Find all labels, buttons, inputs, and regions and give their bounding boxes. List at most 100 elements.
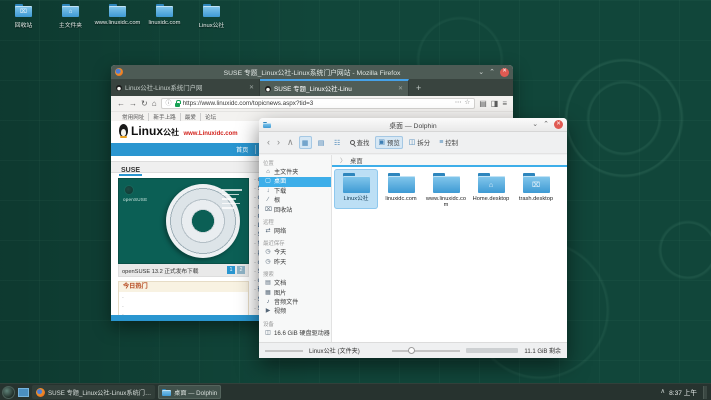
file-item[interactable]: www.linuxidc.com <box>424 169 468 209</box>
devices-header[interactable]: 设备 <box>259 317 331 329</box>
place-trash[interactable]: ⌧ 回收站 <box>259 206 331 215</box>
place-desktop[interactable]: ▢ 桌面 <box>259 177 331 186</box>
new-tab-button[interactable]: + <box>409 79 428 96</box>
place-home[interactable]: ⌂ 主文件夹 <box>259 168 331 177</box>
place-label: 图片 <box>274 290 286 297</box>
desktop-icon[interactable]: linuxidc.com <box>141 4 188 29</box>
firefox-titlebar[interactable]: SUSE 专题_Linux公社-Linux系统门户网站 - Mozilla Fi… <box>111 65 513 79</box>
opensuse-dvd-image[interactable]: openSUSE <box>118 178 249 264</box>
maximize-icon[interactable]: ⌃ <box>489 69 495 76</box>
back-icon[interactable]: ← <box>117 100 125 108</box>
file-item[interactable]: Linux公社 <box>334 169 378 209</box>
reload-icon[interactable]: ↻ <box>141 100 148 108</box>
view-icons-button[interactable]: ▦ <box>299 136 312 149</box>
search-images[interactable]: ▦ 图片 <box>259 289 331 298</box>
place-downloads[interactable]: ↓ 下载 <box>259 187 331 196</box>
view-details-button[interactable]: ☷ <box>331 136 344 149</box>
recent-today[interactable]: ◷ 今天 <box>259 248 331 257</box>
carousel-page-1[interactable]: 1 <box>227 266 235 274</box>
carousel-page-2[interactable]: 2 <box>237 266 245 274</box>
minimize-icon[interactable]: ⌄ <box>532 121 538 128</box>
places-header[interactable]: 位置 <box>259 156 331 168</box>
close-icon[interactable]: ✕ <box>554 120 563 129</box>
place-label: 搜索 <box>263 272 274 278</box>
control-button[interactable]: ≡控制 <box>436 136 461 149</box>
forward-icon[interactable]: › <box>275 138 282 147</box>
place-root[interactable]: ∕ 根 <box>259 196 331 205</box>
maximize-icon[interactable]: ⌃ <box>543 121 549 128</box>
virtual-desktop-pager[interactable] <box>18 388 29 397</box>
recent-yesterday[interactable]: ◷ 昨天 <box>259 258 331 267</box>
library-icon[interactable]: ▤ <box>479 100 487 108</box>
site-info-icon[interactable]: ⓘ <box>166 101 172 107</box>
site-nav-item[interactable]: 首页 <box>229 145 255 154</box>
place-icon: ⇄ <box>265 228 271 235</box>
bookmark-item[interactable]: 论坛 <box>200 113 220 121</box>
bookmark-item[interactable]: 最爱 <box>180 113 200 121</box>
minimize-icon[interactable]: ⌄ <box>478 69 484 76</box>
breadcrumb-current[interactable]: 桌面 <box>350 156 363 165</box>
forward-icon[interactable]: → <box>129 100 137 108</box>
folder-emblem-icon <box>203 7 220 17</box>
remote-header[interactable]: 远程 <box>259 215 331 227</box>
site-logo-text[interactable]: Linux公社 <box>131 124 179 138</box>
place-network[interactable]: ⇄ 网络 <box>259 227 331 236</box>
view-compact-button[interactable]: ▤ <box>315 136 328 149</box>
place-icon: ◷ <box>265 249 271 256</box>
bookmark-item[interactable]: 常用网址 <box>118 113 148 121</box>
today-hot-link[interactable] <box>122 294 245 303</box>
file-item[interactable]: ⌂ Home.desktop <box>469 169 513 209</box>
search-audio[interactable]: ♪ 音频文件 <box>259 298 331 307</box>
search-header[interactable]: 搜索 <box>259 267 331 279</box>
tux-logo-icon[interactable] <box>119 124 128 137</box>
breadcrumb[interactable]: 〉 桌面 <box>332 155 567 167</box>
file-item[interactable]: linuxidc.com <box>379 169 423 209</box>
zoom-slider-knob[interactable] <box>408 347 415 354</box>
application-launcher-icon[interactable] <box>2 386 15 399</box>
zoom-slider[interactable] <box>392 350 460 352</box>
desktop-icon[interactable]: ⌂ 主文件夹 <box>47 4 94 29</box>
page-actions-icon[interactable]: ⋯ <box>455 100 462 107</box>
tab-close-icon[interactable]: ✕ <box>249 84 254 91</box>
place-label: 视频 <box>274 308 286 315</box>
search-button[interactable]: 查找 <box>347 136 373 149</box>
search-videos[interactable]: ▶ 视频 <box>259 307 331 316</box>
file-item[interactable]: ⌧ trash.desktop <box>514 169 558 209</box>
device-harddrive[interactable]: ◫ 16.6 GiB 硬盘驱动器 <box>259 329 331 338</box>
carousel-caption[interactable]: openSUSE 13.2 正式发布下载 <box>122 266 225 275</box>
task-dolphin[interactable]: 桌面 — Dolphin <box>158 385 221 399</box>
hamburger-menu-icon[interactable]: ≡ <box>502 100 507 108</box>
free-space-text: 11.1 GiB 剩余 <box>524 346 561 355</box>
tab-suse-topic[interactable]: SUSE 专题_Linux公社-Linu ✕ <box>260 79 409 96</box>
home-icon[interactable]: ⌂ <box>152 100 157 108</box>
recent-header[interactable]: 最近保存 <box>259 236 331 248</box>
bookmark-star-icon[interactable]: ☆ <box>464 100 470 107</box>
sidebar-toggle-icon[interactable]: ◨ <box>491 100 499 108</box>
task-firefox[interactable]: SUSE 专题_Linux公社-Linux系统门… <box>32 385 155 399</box>
address-bar[interactable]: ⓘ https://www.linuxidc.com/topicnews.asp… <box>161 98 476 109</box>
show-desktop-button[interactable] <box>703 386 707 399</box>
cover-text-lines <box>222 189 242 212</box>
preview-button[interactable]: ▣预览 <box>375 136 402 149</box>
desktop-icon[interactable]: Linux公社 <box>188 4 235 29</box>
desktop-icon[interactable]: www.linuxidc.com <box>94 4 141 29</box>
up-icon[interactable]: ∧ <box>285 138 296 147</box>
url-text[interactable]: https://www.linuxidc.com/topicnews.aspx?… <box>183 100 452 107</box>
search-documents[interactable]: ▤ 文档 <box>259 279 331 288</box>
place-icon: ◫ <box>265 330 271 337</box>
dolphin-titlebar[interactable]: 桌面 — Dolphin ⌄ ⌃ ✕ <box>259 118 567 132</box>
bookmark-item[interactable]: 新手上路 <box>148 113 179 121</box>
place-icon: ⌂ <box>265 169 271 176</box>
tab-linux-gongshe[interactable]: Linux公社-Linux系统门户网 ✕ <box>111 79 260 96</box>
today-hot-link[interactable] <box>122 303 245 312</box>
dolphin-window: 桌面 — Dolphin ⌄ ⌃ ✕ ‹ › ∧ ▦ ▤ ☷ 查找 ▣预览 ◫拆… <box>259 118 567 358</box>
tab-close-icon[interactable]: ✕ <box>398 85 403 92</box>
desktop-icon[interactable]: ⌧ 回收站 <box>0 4 47 29</box>
tray-expand-icon[interactable]: ∧ <box>660 389 665 396</box>
split-button[interactable]: ◫拆分 <box>406 136 433 149</box>
folder-icon <box>388 173 415 193</box>
close-icon[interactable]: ✕ <box>500 68 509 77</box>
places-panel: 位置 ⌂ 主文件夹 ▢ 桌面 ↓ 下载 ∕ 根 ⌧ 回收站 远程 ⇄ 网络 <box>259 155 332 342</box>
clock[interactable]: 8:37 上午 <box>669 387 697 397</box>
back-icon[interactable]: ‹ <box>265 138 272 147</box>
